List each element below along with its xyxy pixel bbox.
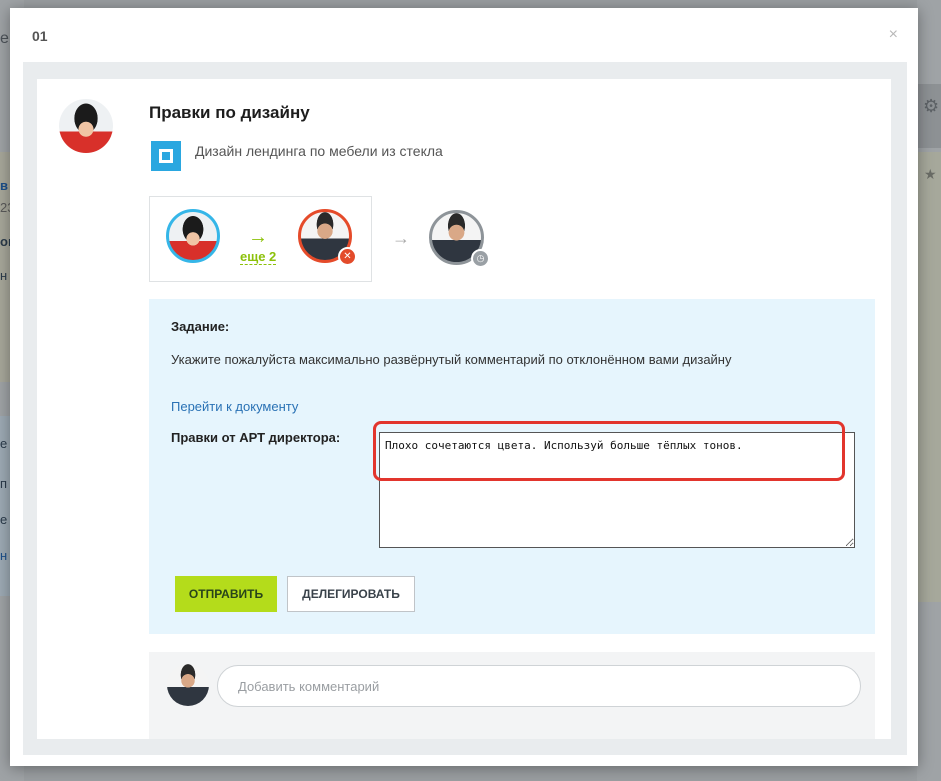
bg-text: в bbox=[0, 178, 8, 193]
gear-icon: ⚙ bbox=[923, 96, 940, 116]
star-icon: ★ bbox=[924, 166, 937, 182]
art-director-comment-field[interactable]: Плохо сочетаются цвета. Используй больше… bbox=[379, 432, 855, 548]
assignment-label: Задание: bbox=[171, 319, 230, 334]
assignment-text: Укажите пожалуйста максимально развёрнут… bbox=[171, 352, 732, 367]
arrow-right-icon: → bbox=[392, 228, 410, 248]
current-user-avatar bbox=[167, 664, 209, 706]
go-to-document-link[interactable]: Перейти к документу bbox=[171, 399, 298, 414]
task-dialog: 01 × Правки по дизайну Дизайн лендинга п… bbox=[10, 8, 918, 766]
author-avatar[interactable] bbox=[59, 99, 113, 153]
reject-icon: ✕ bbox=[338, 247, 357, 266]
dialog-body: Правки по дизайну Дизайн лендинга по меб… bbox=[23, 62, 907, 755]
send-button[interactable]: ОТПРАВИТЬ bbox=[175, 576, 277, 612]
approval-flow: → еще 2 ✕ bbox=[149, 196, 372, 282]
art-director-label: Правки от АРТ директора: bbox=[171, 430, 341, 445]
bg-text: н bbox=[0, 268, 8, 283]
bg-text: п bbox=[0, 476, 8, 491]
background-right-edge: ⚙ ★ bbox=[917, 0, 941, 781]
task-title: Правки по дизайну bbox=[149, 103, 310, 122]
bg-text: е bbox=[0, 436, 8, 451]
project-name[interactable]: Дизайн лендинга по мебели из стекла bbox=[195, 143, 443, 159]
assignment-panel: Задание: Укажите пожалуйста максимально … bbox=[149, 299, 875, 634]
comment-bar bbox=[149, 652, 875, 739]
bg-text: н bbox=[0, 548, 8, 563]
close-icon[interactable]: × bbox=[889, 26, 898, 44]
bg-text: е bbox=[0, 512, 8, 527]
flow-more-link[interactable]: еще 2 bbox=[240, 249, 277, 265]
arrow-right-icon: → bbox=[248, 226, 268, 248]
clock-icon: ◷ bbox=[471, 249, 490, 268]
delegate-button[interactable]: ДЕЛЕГИРОВАТЬ bbox=[287, 576, 415, 612]
dialog-title: 01 bbox=[32, 28, 48, 44]
task-card: Правки по дизайну Дизайн лендинга по меб… bbox=[37, 79, 891, 739]
project-icon bbox=[151, 141, 181, 171]
flow-avatar-author[interactable] bbox=[166, 209, 220, 263]
add-comment-input[interactable] bbox=[217, 665, 861, 707]
bg-strip bbox=[917, 152, 941, 602]
bg-text: е bbox=[0, 30, 9, 47]
